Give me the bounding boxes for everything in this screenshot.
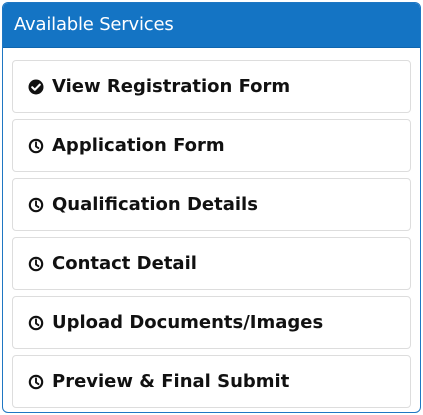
clock-icon [28, 374, 44, 390]
clock-icon [28, 138, 44, 154]
service-item-upload-documents-images[interactable]: Upload Documents/Images [12, 296, 411, 349]
service-label: View Registration Form [52, 75, 291, 97]
clock-icon [28, 256, 44, 272]
panel-header: Available Services [3, 3, 420, 48]
service-item-qualification-details[interactable]: Qualification Details [12, 178, 411, 231]
services-list: View Registration Form Application Form … [3, 48, 420, 408]
service-label: Qualification Details [52, 193, 258, 215]
service-label: Upload Documents/Images [52, 311, 324, 333]
service-item-view-registration-form[interactable]: View Registration Form [12, 60, 411, 113]
check-circle-icon [28, 79, 44, 95]
service-label: Contact Detail [52, 252, 197, 274]
service-item-preview-final-submit[interactable]: Preview & Final Submit [12, 355, 411, 408]
service-item-application-form[interactable]: Application Form [12, 119, 411, 172]
service-item-contact-detail[interactable]: Contact Detail [12, 237, 411, 290]
clock-icon [28, 197, 44, 213]
available-services-panel: Available Services View Registration For… [2, 2, 421, 413]
panel-title: Available Services [14, 14, 174, 35]
clock-icon [28, 315, 44, 331]
service-label: Preview & Final Submit [52, 370, 290, 392]
service-label: Application Form [52, 134, 225, 156]
